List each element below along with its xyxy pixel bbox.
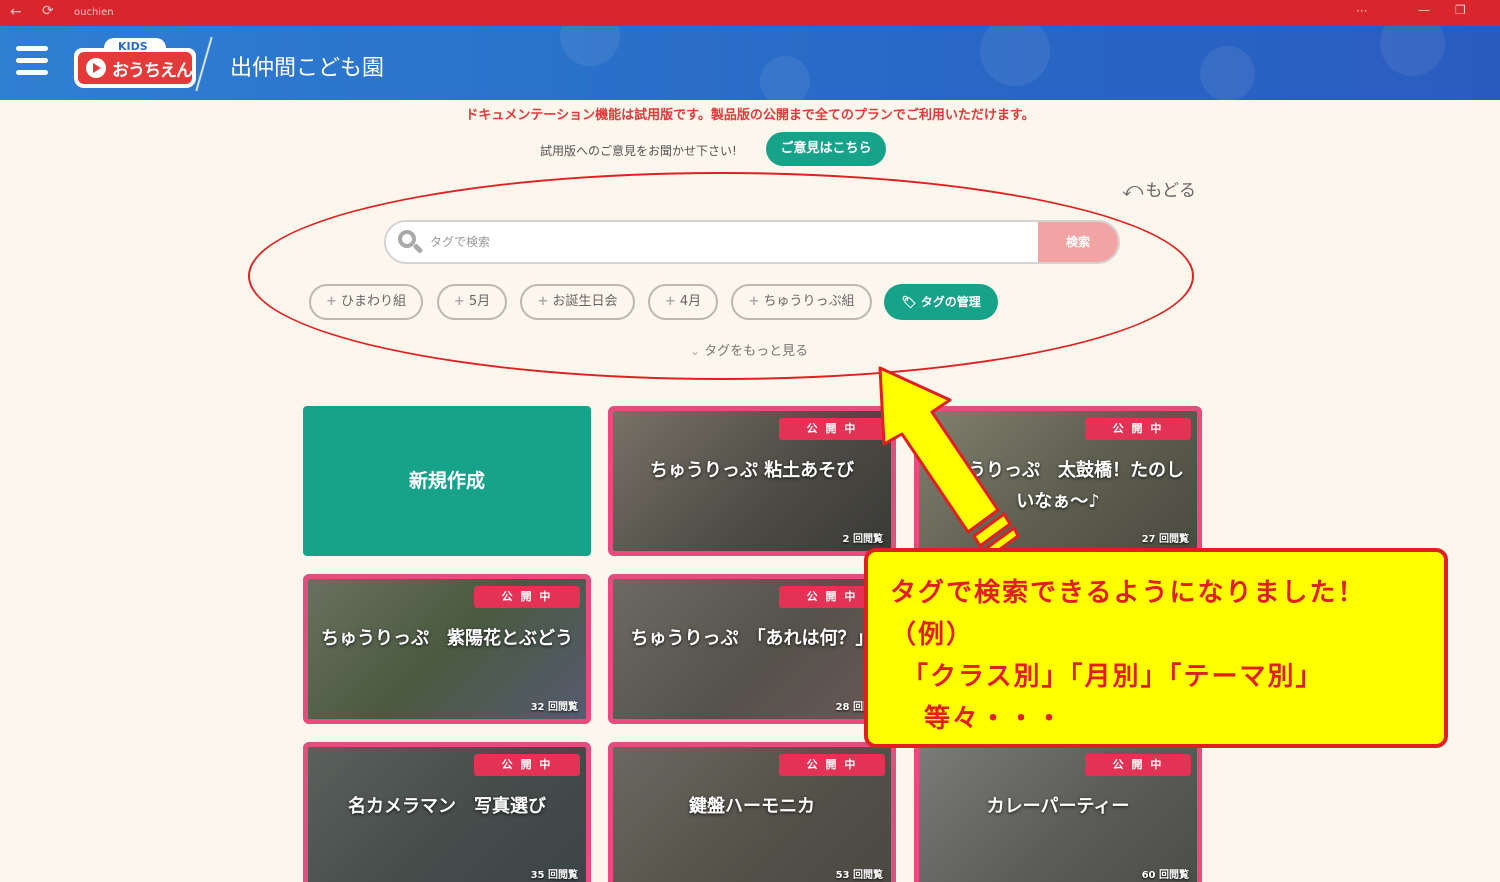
header-decoration — [560, 26, 620, 66]
card-title: 名カメラマン 写真選び — [348, 796, 546, 817]
card-title: カレーパーティー — [986, 796, 1130, 817]
hamburger-menu-icon[interactable] — [16, 46, 48, 78]
callout-line: （例） — [890, 620, 975, 650]
view-count: 35 回閲覧 — [530, 870, 578, 881]
header-decoration — [760, 56, 810, 100]
documentation-card[interactable]: 公 開 中 カレーパーティー 60 回閲覧 — [914, 742, 1202, 882]
card-title: ちゅうりっぷ 紫陽花とぶどう — [321, 628, 573, 649]
published-badge: 公 開 中 — [1085, 754, 1191, 776]
window-title: ouchien — [74, 7, 114, 18]
published-badge: 公 開 中 — [474, 754, 580, 776]
header-divider — [195, 36, 213, 92]
app-header: KIDS おうちえん 出仲間こども園 — [0, 26, 1500, 100]
logo-kids-text: KIDS — [118, 40, 148, 53]
logo-brand-text: おうちえん — [112, 61, 193, 81]
published-badge: 公 開 中 — [779, 754, 885, 776]
app-logo[interactable]: KIDS おうちえん — [74, 38, 196, 88]
documentation-card[interactable]: 公 開 中 ちゅうりっぷ 粘土あそび 2 回閲覧 — [608, 406, 896, 556]
card-title: ちゅうりっぷ 「あれは何？」 — [630, 628, 874, 649]
header-decoration — [1200, 46, 1255, 100]
documentation-card[interactable]: 公 開 中 鍵盤ハーモニカ 53 回閲覧 — [608, 742, 896, 882]
published-badge: 公 開 中 — [1085, 418, 1191, 440]
published-badge: 公 開 中 — [474, 586, 580, 608]
card-title: 鍵盤ハーモニカ — [689, 796, 815, 817]
annotation-arrow — [878, 366, 1020, 560]
feedback-prompt: 試用版へのご意見をお聞かせ下さい! — [540, 144, 737, 158]
documentation-card[interactable]: 公 開 中 ちゅうりっぷ 「あれは何？」 28 回閲覧 — [608, 574, 896, 724]
view-count: 53 回閲覧 — [835, 870, 883, 881]
header-decoration — [980, 26, 1050, 86]
school-name: 出仲間こども園 — [230, 56, 385, 81]
window-titlebar: ← ⟳ ouchien ··· — ❐ — [0, 0, 1500, 26]
view-count: 32 回閲覧 — [530, 702, 578, 713]
card-title: ちゅうりっぷ 粘土あそび — [649, 460, 855, 481]
view-count: 27 回閲覧 — [1141, 534, 1189, 545]
view-count: 60 回閲覧 — [1141, 870, 1189, 881]
callout-line: 等々・・・ — [924, 704, 1065, 734]
documentation-card[interactable]: 公 開 中 ちゅうりっぷ 紫陽花とぶどう 32 回閲覧 — [303, 574, 591, 724]
trial-notice: ドキュメンテーション機能は試用版です。製品版の公開まで全てのプランでご利用いただ… — [465, 108, 1035, 123]
back-arrow-icon[interactable]: ← — [10, 4, 22, 20]
header-decoration — [1380, 26, 1445, 76]
reload-icon[interactable]: ⟳ — [42, 3, 54, 19]
annotation-ellipse — [248, 172, 1194, 380]
more-options-icon[interactable]: ··· — [1356, 4, 1367, 18]
back-link-label: もどる — [1145, 181, 1197, 201]
minimize-icon[interactable]: — — [1418, 3, 1430, 17]
back-link[interactable]: ⤺ もどる — [1122, 176, 1196, 201]
play-icon — [86, 58, 106, 78]
annotation-callout: タグで検索できるようになりました！ （例） 「クラス別」「月別」「テーマ別」 等… — [864, 548, 1448, 748]
callout-line: タグで検索できるようになりました！ — [890, 578, 1366, 608]
return-arrow-icon: ⤺ — [1122, 177, 1144, 201]
restore-icon[interactable]: ❐ — [1455, 3, 1466, 17]
documentation-card[interactable]: 公 開 中 名カメラマン 写真選び 35 回閲覧 — [303, 742, 591, 882]
new-documentation-button[interactable]: 新規作成 — [303, 406, 591, 556]
callout-line: 「クラス別」「月別」「テーマ別」 — [902, 662, 1324, 692]
feedback-button[interactable]: ご意見はこちら — [766, 132, 886, 166]
